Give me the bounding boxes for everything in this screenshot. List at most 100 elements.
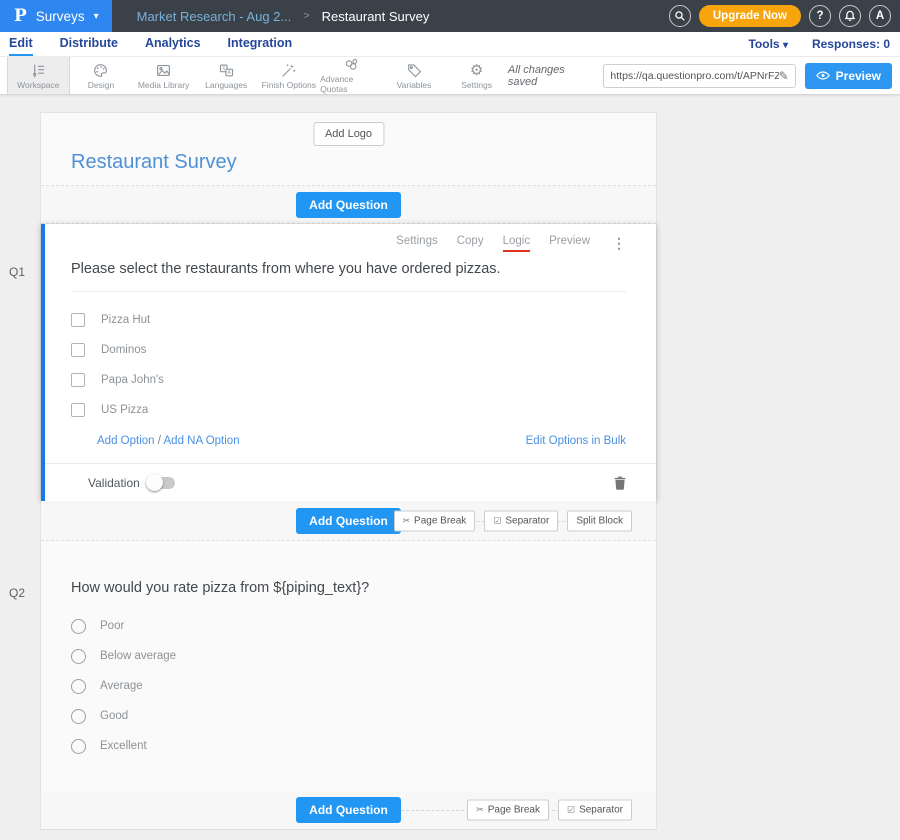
survey-card: Add Logo Restaurant Survey Add Question … (40, 112, 657, 830)
toolbar-item-media-library[interactable]: Media Library (132, 57, 195, 94)
section-tab-bar: Edit Distribute Analytics Integration To… (0, 32, 900, 57)
toolbar-item-settings[interactable]: ⚙ Settings (445, 57, 508, 94)
radio-button[interactable] (71, 619, 86, 634)
toolbar-item-finish-options[interactable]: Finish Options (257, 57, 320, 94)
radio-button[interactable] (71, 679, 86, 694)
tab-analytics[interactable]: Analytics (145, 32, 201, 56)
survey-editor-canvas: Q1 Q2 Add Logo Restaurant Survey Add Que… (0, 95, 900, 840)
tag-icon (406, 62, 423, 79)
page-break-button[interactable]: ✂Page Break (394, 510, 476, 531)
edit-toolbar: Workspace Design Media Library XA Langua… (0, 57, 900, 95)
eye-icon (816, 71, 830, 80)
radio-button[interactable] (71, 649, 86, 664)
option-label[interactable]: Poor (100, 620, 124, 632)
option-label[interactable]: US Pizza (101, 404, 148, 416)
checkbox[interactable] (71, 343, 85, 357)
question-menu-settings[interactable]: Settings (396, 235, 438, 252)
radio-button[interactable] (71, 739, 86, 754)
option-row: Dominos (71, 335, 626, 365)
avatar[interactable]: A (869, 5, 891, 27)
notifications-button[interactable] (839, 5, 861, 27)
question-number-q2: Q2 (9, 586, 25, 600)
tab-integration[interactable]: Integration (228, 32, 293, 56)
add-question-button[interactable]: Add Question (296, 797, 401, 823)
option-label[interactable]: Dominos (101, 344, 146, 356)
toolbar-right: All changes saved ✎ Preview (508, 57, 900, 94)
option-row: Excellent (71, 731, 626, 761)
survey-url-input[interactable] (610, 70, 778, 82)
tab-distribute[interactable]: Distribute (60, 32, 118, 56)
edit-url-pencil-icon[interactable]: ✎ (779, 69, 789, 83)
radio-button[interactable] (71, 709, 86, 724)
toolbar-item-design[interactable]: Design (70, 57, 133, 94)
toolbar-item-variables[interactable]: Variables (383, 57, 446, 94)
toolbar-item-languages[interactable]: XA Languages (195, 57, 258, 94)
question-text-q2[interactable]: How would you rate pizza from ${piping_t… (71, 580, 626, 596)
question-menu-preview[interactable]: Preview (549, 235, 590, 252)
add-question-button[interactable]: Add Question (296, 192, 401, 218)
add-logo-button[interactable]: Add Logo (313, 122, 384, 146)
checkbox[interactable] (71, 403, 85, 417)
separator-button[interactable]: ☑Separator (558, 800, 632, 821)
save-status: All changes saved (508, 64, 594, 88)
toolbar-item-workspace[interactable]: Workspace (7, 57, 70, 94)
separator-icon: ☑ (493, 515, 501, 526)
option-label[interactable]: Excellent (100, 740, 147, 752)
responses-count[interactable]: Responses: 0 (812, 37, 890, 51)
gear-icon: ⚙ (470, 62, 483, 79)
add-question-button[interactable]: Add Question (296, 508, 401, 534)
image-icon (155, 62, 172, 79)
search-icon (674, 10, 686, 22)
toolbar-item-label: Workspace (17, 80, 59, 90)
search-button[interactable] (669, 5, 691, 27)
checkbox[interactable] (71, 313, 85, 327)
question-text-q1[interactable]: Please select the restaurants from where… (71, 261, 626, 292)
help-button[interactable]: ? (809, 5, 831, 27)
add-option-link[interactable]: Add Option (97, 435, 155, 447)
toggle-knob (146, 474, 163, 491)
breadcrumb: Market Research - Aug 2... > Restaurant … (137, 9, 430, 24)
breadcrumb-separator-icon: > (303, 10, 309, 22)
option-label[interactable]: Papa John's (101, 374, 164, 386)
insert-band-top: Add Question (41, 186, 656, 224)
preview-button[interactable]: Preview (805, 63, 892, 89)
question-menu-logic[interactable]: Logic (503, 235, 531, 252)
page-break-button[interactable]: ✂Page Break (467, 800, 549, 821)
tools-dropdown[interactable]: Tools ▾ (748, 37, 787, 51)
question-menu: Settings Copy Logic Preview ⋮ (71, 235, 626, 252)
link-divider: / (158, 435, 161, 447)
question-menu-copy[interactable]: Copy (457, 235, 484, 252)
checkbox[interactable] (71, 373, 85, 387)
questionpro-logo-icon: P (14, 6, 27, 26)
option-label[interactable]: Pizza Hut (101, 314, 150, 326)
upgrade-now-button[interactable]: Upgrade Now (699, 5, 801, 27)
toolbar-item-label: Media Library (138, 80, 190, 90)
separator-icon: ☑ (567, 805, 575, 816)
option-label[interactable]: Below average (100, 650, 176, 662)
svg-text:X: X (222, 65, 226, 71)
insert-buttons: ✂Page Break ☑Separator (467, 800, 632, 821)
toolbar-item-label: Settings (461, 80, 492, 90)
delete-question-button[interactable] (614, 476, 626, 490)
separator-button[interactable]: ☑Separator (484, 510, 558, 531)
top-navigation-bar: P Surveys ▾ Market Research - Aug 2... >… (0, 0, 900, 32)
add-na-option-link[interactable]: Add NA Option (164, 435, 240, 447)
option-label[interactable]: Average (100, 680, 143, 692)
chevron-down-icon: ▾ (783, 40, 788, 51)
question-block-q2: How would you rate pizza from ${piping_t… (41, 541, 656, 791)
kebab-menu-icon[interactable]: ⋮ (612, 235, 626, 252)
edit-options-in-bulk-link[interactable]: Edit Options in Bulk (526, 435, 626, 447)
split-block-button[interactable]: Split Block (567, 510, 632, 531)
tab-edit[interactable]: Edit (9, 32, 33, 56)
validation-toggle[interactable] (149, 477, 175, 489)
q1-options-list: Pizza Hut Dominos Papa John's US Pizza (71, 305, 626, 425)
surveys-product-menu[interactable]: P Surveys ▾ (0, 0, 112, 32)
option-label[interactable]: Good (100, 710, 128, 722)
breadcrumb-folder[interactable]: Market Research - Aug 2... (137, 9, 292, 24)
survey-title[interactable]: Restaurant Survey (71, 151, 237, 174)
option-row: US Pizza (71, 395, 626, 425)
palette-icon (92, 62, 109, 79)
svg-text:A: A (227, 69, 231, 75)
toolbar-item-advance-quotas[interactable]: Advance Quotas (320, 57, 383, 94)
chain-links-icon (343, 57, 360, 73)
